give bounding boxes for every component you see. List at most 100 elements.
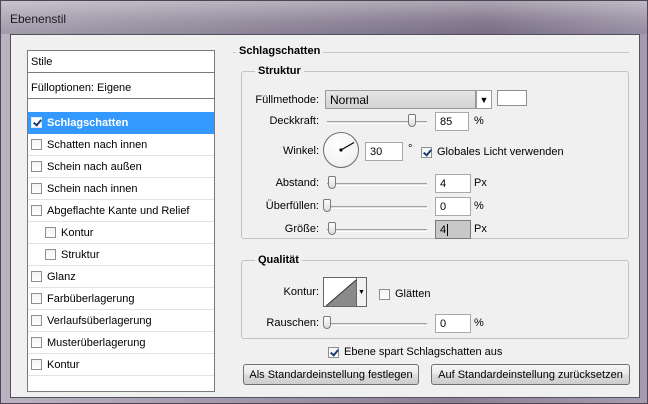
size-slider-thumb[interactable] (328, 222, 336, 235)
distance-slider-thumb[interactable] (328, 176, 336, 189)
style-item-label: Abgeflachte Kante und Relief (47, 204, 190, 217)
blend-mode-label: Füllmethode: (255, 94, 319, 106)
size-label: Größe: (284, 223, 319, 235)
distance-unit: Px (474, 177, 487, 189)
styles-header-label: Stile (31, 55, 53, 68)
style-item[interactable]: Schatten nach innen (28, 134, 214, 156)
noise-label: Rauschen: (266, 317, 319, 329)
opacity-unit: % (474, 115, 484, 127)
chevron-down-icon: ▼ (479, 94, 489, 105)
style-item-checkbox[interactable] (31, 337, 42, 348)
style-item-label: Schein nach außen (47, 160, 142, 173)
knockout-checkbox[interactable] (328, 346, 339, 358)
size-slider-track[interactable] (327, 229, 427, 232)
noise-value: 0 (440, 318, 447, 330)
style-item-checkbox[interactable] (45, 227, 56, 238)
style-item[interactable]: Kontur (28, 222, 214, 244)
dialog-window: Ebenenstil Stile Fülloptionen: Eigene Sc… (0, 0, 648, 404)
size-value: 4 (440, 224, 447, 236)
antialias-option[interactable]: Glätten (379, 288, 430, 300)
angle-value: 30 (370, 146, 383, 158)
angle-dial[interactable] (323, 132, 359, 168)
angle-unit: ° (408, 143, 413, 155)
chevron-down-icon: ▼ (358, 288, 365, 296)
knockout-option[interactable]: Ebene spart Schlagschatten aus (328, 346, 502, 358)
distance-value: 4 (440, 178, 447, 190)
opacity-value: 85 (440, 116, 453, 128)
style-item[interactable]: Schein nach innen (28, 178, 214, 200)
text-cursor (447, 224, 449, 236)
window-title: Ebenenstil (10, 12, 67, 26)
contour-label: Kontur: (283, 286, 319, 298)
structure-title: Struktur (255, 65, 304, 77)
angle-label: Winkel: (282, 145, 319, 157)
make-default-button[interactable]: Als Standardeinstellung festlegen (243, 364, 419, 385)
antialias-checkbox[interactable] (379, 288, 390, 300)
style-item[interactable]: Abgeflachte Kante und Relief (28, 200, 214, 222)
global-light-option[interactable]: Globales Licht verwenden (421, 146, 564, 158)
size-unit: Px (474, 223, 487, 235)
style-item-label: Kontur (61, 226, 94, 239)
style-item-label: Verlaufsüberlagerung (47, 314, 152, 327)
noise-slider-track[interactable] (327, 323, 427, 326)
styles-list: Stile Fülloptionen: Eigene Schlagschatte… (27, 50, 215, 392)
fill-options-item[interactable]: Fülloptionen: Eigene (28, 77, 214, 99)
knockout-label: Ebene spart Schlagschatten aus (344, 346, 503, 358)
style-item-checkbox[interactable] (31, 161, 42, 172)
style-item[interactable]: Musterüberlagerung (28, 332, 214, 354)
spread-slider-track[interactable] (327, 206, 427, 209)
drop-shadow-title: Schlagschatten (236, 45, 324, 57)
spread-input[interactable]: 0 (435, 197, 471, 216)
dialog-content: Stile Fülloptionen: Eigene Schlagschatte… (10, 34, 640, 398)
style-item[interactable]: Glanz (28, 266, 214, 288)
opacity-label: Deckkraft: (269, 115, 319, 127)
style-item-checkbox[interactable] (31, 315, 42, 326)
shadow-color-swatch[interactable] (497, 90, 527, 106)
style-item-checkbox[interactable] (31, 359, 42, 370)
contour-preview[interactable] (323, 277, 357, 307)
style-item[interactable]: Schein nach außen (28, 156, 214, 178)
distance-label: Abstand: (275, 177, 319, 189)
style-item[interactable]: Farbüberlagerung (28, 288, 214, 310)
style-item-checkbox[interactable] (31, 183, 42, 194)
fill-options-label: Fülloptionen: Eigene (31, 81, 132, 94)
style-item-label: Kontur (47, 358, 80, 371)
style-item[interactable]: Verlaufsüberlagerung (28, 310, 214, 332)
antialias-label: Glätten (395, 288, 431, 300)
blend-mode-select[interactable]: Normal (325, 90, 476, 109)
size-input[interactable]: 4 (435, 220, 471, 239)
styles-header[interactable]: Stile (28, 51, 214, 73)
style-item[interactable]: Kontur (28, 354, 214, 376)
style-item-checkbox[interactable] (31, 271, 42, 282)
style-item-label: Schlagschatten (47, 116, 129, 129)
style-item-checkbox[interactable] (31, 139, 42, 150)
spread-value: 0 (440, 201, 447, 213)
spread-unit: % (474, 200, 484, 212)
angle-input[interactable]: 30 (365, 142, 403, 161)
blend-mode-dropdown-arrow[interactable]: ▼ (476, 90, 492, 109)
distance-input[interactable]: 4 (435, 174, 471, 193)
spread-label: Überfüllen: (265, 200, 319, 212)
distance-slider-track[interactable] (327, 183, 427, 186)
reset-default-label: Auf Standardeinstellung zurücksetzen (438, 368, 623, 381)
style-item-label: Glanz (47, 270, 76, 283)
style-item-label: Struktur (61, 248, 100, 261)
spread-slider-thumb[interactable] (323, 199, 331, 212)
opacity-input[interactable]: 85 (435, 112, 469, 131)
global-light-checkbox[interactable] (421, 146, 432, 158)
opacity-slider-thumb[interactable] (408, 114, 416, 127)
style-item-checkbox[interactable] (45, 249, 56, 260)
noise-input[interactable]: 0 (435, 314, 471, 333)
style-item[interactable]: Struktur (28, 244, 214, 266)
reset-default-button[interactable]: Auf Standardeinstellung zurücksetzen (431, 364, 630, 385)
linear-contour-icon (325, 279, 357, 307)
title-bar[interactable]: Ebenenstil (1, 1, 647, 34)
contour-dropdown-arrow[interactable]: ▼ (357, 277, 367, 307)
noise-slider-thumb[interactable] (323, 316, 331, 329)
style-item-label: Schatten nach innen (47, 138, 148, 151)
style-item-checkbox[interactable] (31, 205, 42, 216)
style-item-checkbox[interactable] (31, 293, 42, 304)
style-item[interactable]: Schlagschatten (28, 112, 214, 134)
style-item-checkbox[interactable] (31, 117, 42, 128)
style-item-label: Schein nach innen (47, 182, 138, 195)
